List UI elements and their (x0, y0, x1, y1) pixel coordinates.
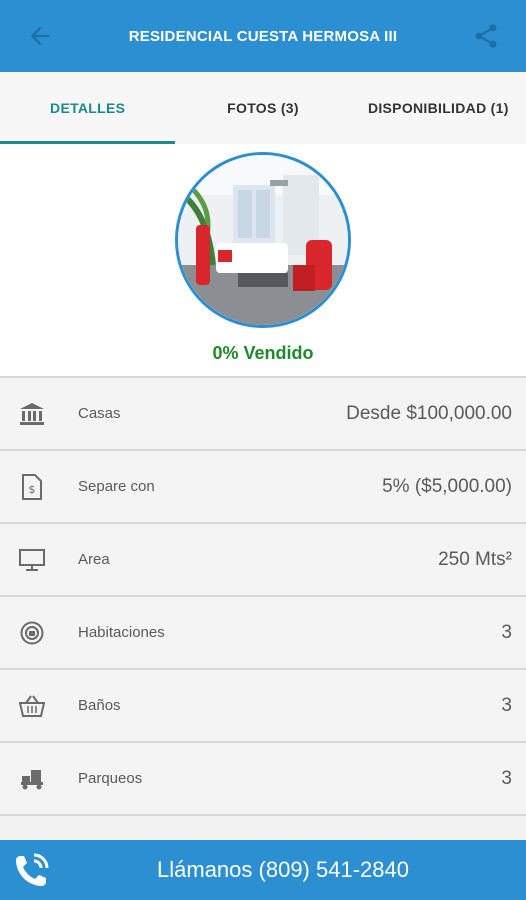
detail-value: 250 Mts² (438, 548, 512, 570)
detail-row-habitaciones: Habitaciones 3 (0, 597, 526, 670)
tab-bar: DETALLES FOTOS (3) DISPONIBILIDAD (1) (0, 72, 526, 144)
detail-value: Desde $100,000.00 (346, 402, 512, 424)
price-tag-icon: $ (22, 473, 42, 500)
parking-icon (21, 769, 43, 789)
tab-detalles[interactable]: DETALLES (0, 72, 176, 144)
bank-icon (20, 402, 44, 425)
detail-row-separe: $ Separe con 5% ($5,000.00) (0, 451, 526, 524)
detail-row-area: Area 250 Mts² (0, 524, 526, 597)
detail-label: Area (78, 551, 110, 568)
detail-label: Parqueos (78, 770, 143, 787)
call-button[interactable]: Llámanos (809) 541-2840 (0, 840, 526, 900)
detail-value: 3 (501, 767, 512, 789)
share-button[interactable] (446, 0, 526, 72)
rooms-icon (20, 621, 44, 644)
detail-row-casas: Casas Desde $100,000.00 (0, 378, 526, 451)
share-icon (475, 24, 497, 48)
sold-percentage: 0% Vendido (212, 343, 314, 363)
detail-label: Habitaciones (78, 624, 165, 641)
living-room-image (178, 155, 348, 325)
back-button[interactable] (0, 0, 80, 72)
app-bar: RESIDENCIAL CUESTA HERMOSA III (0, 0, 526, 72)
tab-fotos[interactable]: FOTOS (3) (175, 72, 350, 144)
basket-icon (19, 694, 45, 717)
detail-row-parqueos: Parqueos 3 (0, 743, 526, 816)
detail-label: Casas (78, 405, 121, 422)
property-photo[interactable] (175, 152, 351, 328)
monitor-icon (19, 548, 45, 571)
detail-value: 3 (501, 621, 512, 643)
hero-section: 0% Vendido (0, 144, 526, 376)
detail-row-banos: Baños 3 (0, 670, 526, 743)
arrow-back-icon (30, 26, 50, 46)
detail-label: Baños (78, 697, 121, 714)
page-title: RESIDENCIAL CUESTA HERMOSA III (128, 27, 398, 45)
details-list: Casas Desde $100,000.00 $ Separe con 5% … (0, 376, 526, 816)
tab-disponibilidad[interactable]: DISPONIBILIDAD (1) (351, 72, 526, 144)
detail-value: 3 (501, 694, 512, 716)
detail-label: Separe con (78, 478, 155, 495)
phone-icon (16, 853, 49, 886)
svg-text:$: $ (29, 483, 36, 496)
detail-value: 5% ($5,000.00) (382, 475, 512, 497)
call-label: Llámanos (809) 541-2840 (157, 857, 409, 882)
